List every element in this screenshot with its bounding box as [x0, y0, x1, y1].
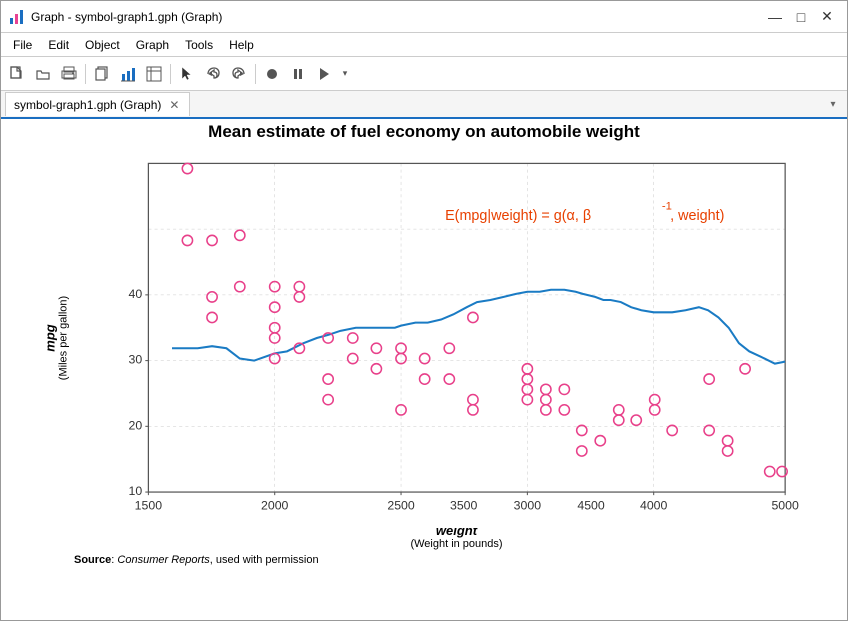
- x-axis-sublabel: (Weight in pounds): [79, 538, 834, 550]
- close-button[interactable]: ✕: [815, 7, 839, 27]
- title-bar-left: Graph - symbol-graph1.gph (Graph): [9, 9, 222, 25]
- y-axis-label: mpg: [43, 296, 58, 380]
- graph-container: Mean estimate of fuel economy on automob…: [14, 122, 834, 617]
- svg-text:1500: 1500: [135, 499, 163, 513]
- source-suffix: , used with permission: [210, 554, 319, 566]
- print-button[interactable]: [57, 62, 81, 86]
- select-button[interactable]: [175, 62, 199, 86]
- title-bar: Graph - symbol-graph1.gph (Graph) — □ ✕: [1, 1, 847, 33]
- y-axis-sublabel: (Miles per gallon): [58, 296, 70, 380]
- tab-bar: symbol-graph1.gph (Graph) ✕ ▾: [1, 91, 847, 119]
- menu-file[interactable]: File: [5, 36, 40, 54]
- graph-title: Mean estimate of fuel economy on automob…: [14, 122, 834, 142]
- window-title: Graph - symbol-graph1.gph (Graph): [31, 10, 222, 24]
- main-window: Graph - symbol-graph1.gph (Graph) — □ ✕ …: [0, 0, 848, 621]
- separator-3: [255, 64, 256, 84]
- source-text: Source: Consumer Reports, used with perm…: [14, 554, 834, 566]
- edit-data-button[interactable]: [142, 62, 166, 86]
- menu-help[interactable]: Help: [221, 36, 262, 54]
- menu-edit[interactable]: Edit: [40, 36, 77, 54]
- open-button[interactable]: [31, 62, 55, 86]
- svg-text:E(mpg|weight) = g(α, β: E(mpg|weight) = g(α, β: [445, 208, 591, 224]
- minimize-button[interactable]: —: [763, 7, 787, 27]
- svg-text:30: 30: [129, 353, 143, 367]
- separator-1: [85, 64, 86, 84]
- menu-graph[interactable]: Graph: [128, 36, 177, 54]
- svg-text:3000: 3000: [514, 499, 542, 513]
- svg-text:5000: 5000: [771, 499, 799, 513]
- svg-text:3500: 3500: [450, 499, 478, 513]
- play-button[interactable]: [312, 62, 336, 86]
- graph-tab[interactable]: symbol-graph1.gph (Graph) ✕: [5, 92, 190, 116]
- svg-text:20: 20: [129, 418, 143, 432]
- undo-button[interactable]: [201, 62, 225, 86]
- new-button[interactable]: [5, 62, 29, 86]
- pause-button[interactable]: [286, 62, 310, 86]
- graph-area: Mean estimate of fuel economy on automob…: [1, 119, 847, 620]
- maximize-button[interactable]: □: [789, 7, 813, 27]
- copy-button[interactable]: [90, 62, 114, 86]
- svg-text:2000: 2000: [261, 499, 289, 513]
- record-button[interactable]: [260, 62, 284, 86]
- menu-tools[interactable]: Tools: [177, 36, 221, 54]
- svg-text:10: 10: [129, 484, 143, 498]
- svg-text:4000: 4000: [640, 499, 668, 513]
- tab-label: symbol-graph1.gph (Graph): [14, 98, 161, 112]
- separator-2: [170, 64, 171, 84]
- bar-chart-button[interactable]: [116, 62, 140, 86]
- title-controls: — □ ✕: [763, 7, 839, 27]
- play-dropdown-button[interactable]: ▾: [338, 62, 352, 86]
- source-name: Consumer Reports: [117, 554, 209, 566]
- svg-text:, weight): , weight): [670, 208, 724, 224]
- svg-text:2500: 2500: [387, 499, 415, 513]
- plot-area: 10 20 30 40 1500 2000 2500 30: [79, 148, 834, 528]
- source-label: Source: [74, 554, 111, 566]
- app-icon: [9, 9, 25, 25]
- svg-text:4500: 4500: [577, 499, 605, 513]
- tab-close-button[interactable]: ✕: [167, 98, 181, 112]
- tab-dropdown-button[interactable]: ▾: [823, 92, 843, 116]
- menu-bar: File Edit Object Graph Tools Help: [1, 33, 847, 57]
- toolbar: ▾: [1, 57, 847, 91]
- svg-text:40: 40: [129, 287, 143, 301]
- redo-button[interactable]: [227, 62, 251, 86]
- menu-object[interactable]: Object: [77, 36, 128, 54]
